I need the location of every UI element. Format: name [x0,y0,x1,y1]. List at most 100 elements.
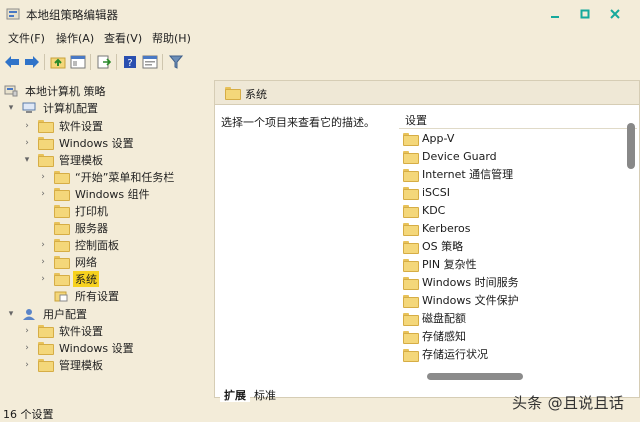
tree-root-label: 本地计算机 策略 [25,84,106,98]
tree-item-user-windows-settings[interactable]: › Windows 设置 [22,339,136,356]
description-text: 选择一个项目来查看它的描述。 [221,116,375,129]
tree-item-software-settings[interactable]: › 软件设置 [22,117,105,134]
filter-icon[interactable] [166,52,186,72]
folder-icon [54,238,70,252]
folder-icon [38,324,54,338]
tree-item-control-panel[interactable]: › 控制面板 [38,236,121,253]
folder-icon [403,330,419,344]
computer-config-icon [22,102,36,114]
show-hide-tree-icon[interactable] [68,52,88,72]
tree-item-system[interactable]: › 系统 [38,270,99,287]
maximize-icon[interactable] [576,5,594,23]
tree-item-printers[interactable]: 打印机 [38,202,110,219]
collapse-icon[interactable]: ▾ [6,103,16,113]
tree-item-windows-components[interactable]: › Windows 组件 [38,185,152,202]
toolbar-separator [90,54,91,70]
toolbar: ? [0,50,640,74]
help-icon[interactable]: ? [120,52,140,72]
details-title: 系统 [245,88,267,101]
folder-icon [403,168,419,182]
folder-icon [403,312,419,326]
folder-icon [403,150,419,164]
list-item[interactable]: Internet 通信管理 [403,165,513,183]
list-item[interactable]: KDC [403,201,445,219]
status-count: 16 个设置 [3,408,54,421]
expand-icon[interactable]: › [38,189,48,199]
settings-column-header[interactable]: 设置 [399,109,637,129]
collapse-icon[interactable]: ▾ [22,155,32,165]
list-item[interactable]: 存储运行状况 [403,345,488,363]
tree-item-network[interactable]: › 网络 [38,253,99,270]
menu-view[interactable]: 查看(V) [104,30,142,46]
tree-item-server[interactable]: 服务器 [38,219,110,236]
folder-icon [403,276,419,290]
horizontal-scrollbar[interactable] [401,371,625,381]
expand-icon[interactable]: › [22,343,32,353]
tree-item-all-settings[interactable]: 所有设置 [38,287,121,304]
up-folder-icon[interactable] [48,52,68,72]
expand-icon[interactable]: › [22,138,32,148]
folder-icon [38,119,54,133]
toolbar-separator [162,54,163,70]
list-item[interactable]: App-V [403,129,454,147]
folder-icon [38,136,54,150]
folder-icon [225,87,241,100]
menu-action[interactable]: 操作(A) [56,30,94,46]
list-item[interactable]: Windows 时间服务 [403,273,519,291]
close-icon[interactable] [606,5,624,23]
forward-icon[interactable] [22,52,42,72]
title-bar: 本地组策略编辑器 [0,0,640,28]
list-item[interactable]: Kerberos [403,219,470,237]
list-item[interactable]: Windows 文件保护 [403,291,519,309]
back-icon[interactable] [2,52,22,72]
properties-icon[interactable] [140,52,160,72]
all-settings-icon [54,290,68,302]
expand-icon[interactable]: › [22,326,32,336]
tree-root[interactable]: 本地计算机 策略 [4,82,108,99]
list-item[interactable]: 存储感知 [403,327,466,345]
list-item[interactable]: Device Guard [403,147,497,165]
menu-help[interactable]: 帮助(H) [152,30,191,46]
tab-extended[interactable]: 扩展 [220,386,250,402]
expand-icon[interactable]: › [38,274,48,284]
folder-icon [54,170,70,184]
collapse-icon[interactable]: ▾ [6,309,16,319]
gpedit-app-icon [6,7,20,21]
expand-icon[interactable]: › [38,172,48,182]
export-list-icon[interactable] [94,52,114,72]
horizontal-scroll-thumb[interactable] [427,373,523,380]
tree-item-user-config[interactable]: ▾ 用户配置 [6,305,89,322]
list-item[interactable]: 磁盘配额 [403,309,466,327]
expand-icon[interactable]: › [22,360,32,370]
tree-item-user-software-settings[interactable]: › 软件设置 [22,322,105,339]
watermark-text: 头条 @且说且话 [512,394,625,412]
folder-icon [38,341,54,355]
tree-item-user-admin-templates[interactable]: › 管理模板 [22,356,105,373]
folder-icon [403,348,419,362]
folder-open-icon [54,272,70,286]
view-tabs: 扩展 标准 [214,386,414,404]
folder-icon [403,222,419,236]
vertical-scroll-thumb[interactable] [627,123,635,169]
list-item[interactable]: OS 策略 [403,237,463,255]
vertical-scrollbar[interactable] [625,123,637,371]
menu-file[interactable]: 文件(F) [8,30,45,46]
menu-bar: 文件(F) 操作(A) 查看(V) 帮助(H) [0,28,640,48]
list-item[interactable]: PIN 复杂性 [403,255,477,273]
user-config-icon [22,308,36,320]
tree-item-computer-config[interactable]: ▾ 计算机配置 [6,99,100,116]
folder-icon [54,255,70,269]
tree-item-windows-settings[interactable]: › Windows 设置 [22,134,136,151]
folder-icon [38,153,54,167]
expand-icon[interactable]: › [22,121,32,131]
expand-icon[interactable]: › [38,240,48,250]
policy-tree: 本地计算机 策略 ▾ 计算机配置 › 软件设置 › Windows 设置 ▾ 管… [0,78,212,398]
folder-icon [403,294,419,308]
folder-icon [54,187,70,201]
tree-item-start-menu[interactable]: › “开始”菜单和任务栏 [38,168,176,185]
tab-standard[interactable]: 标准 [250,386,280,402]
tree-item-admin-templates[interactable]: ▾ 管理模板 [22,151,105,168]
list-item[interactable]: iSCSI [403,183,450,201]
minimize-icon[interactable] [546,5,564,23]
expand-icon[interactable]: › [38,257,48,267]
